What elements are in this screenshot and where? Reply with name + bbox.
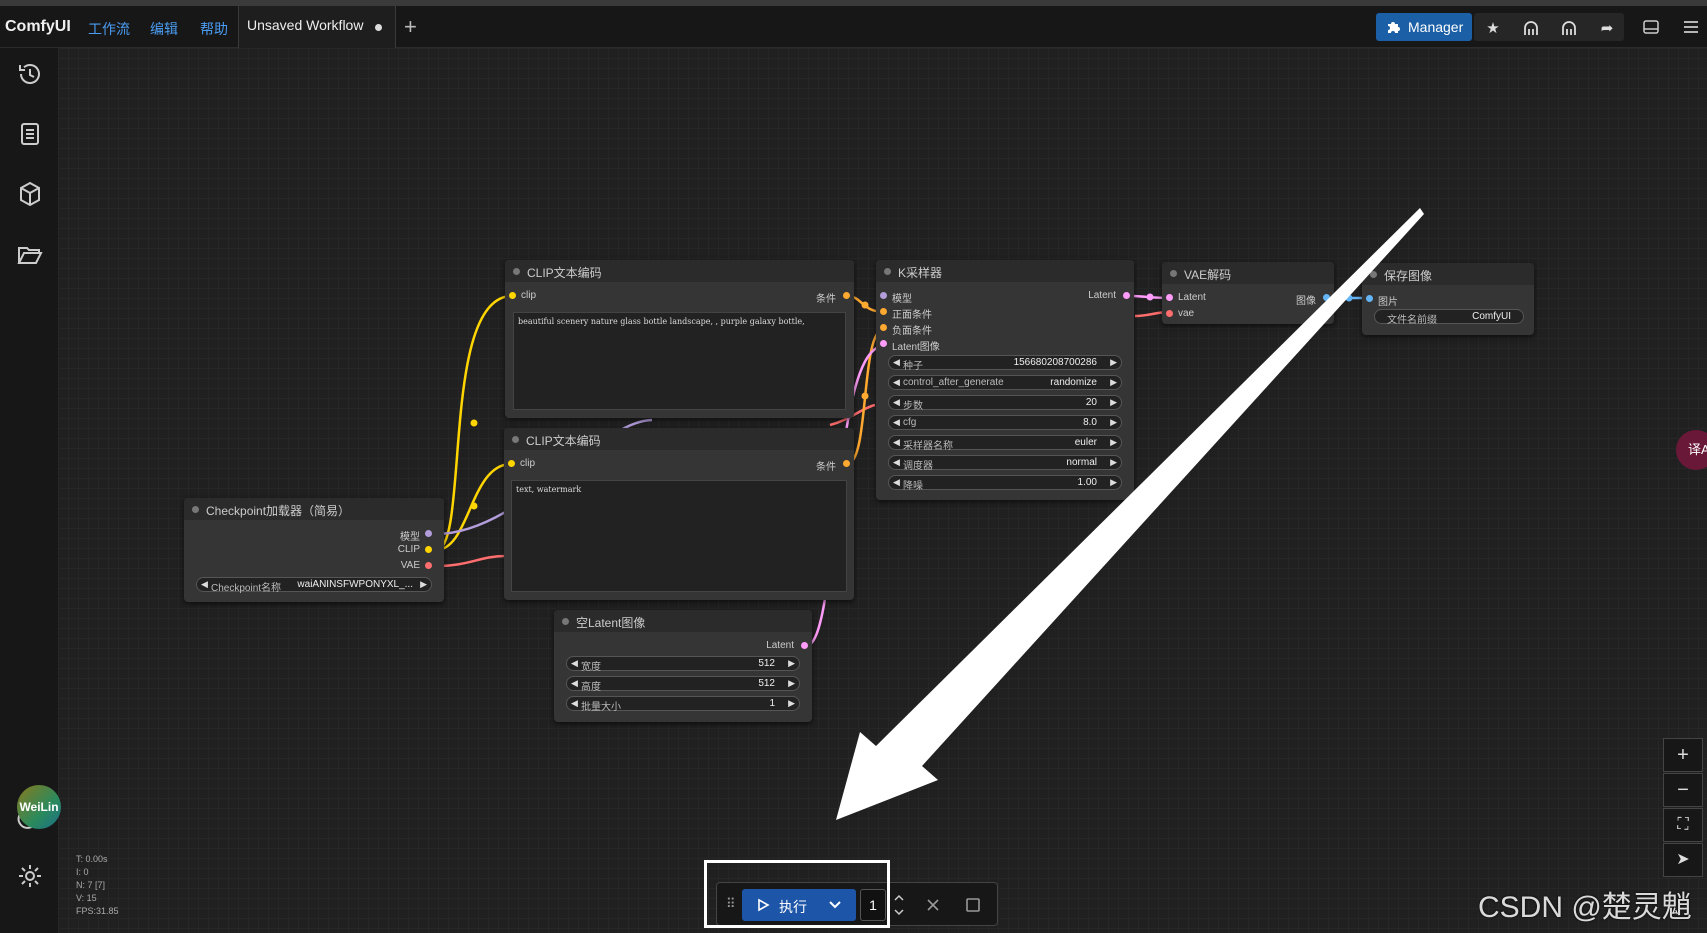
annotation-arrow (836, 208, 1424, 820)
run-button-highlight-box (704, 860, 890, 928)
zoom-out-button[interactable]: − (1663, 773, 1703, 807)
stat-v: V: 15 (76, 893, 97, 903)
zoom-in-button[interactable]: + (1663, 738, 1703, 772)
comfyui-app: ComfyUI 工作流 编辑 帮助 Unsaved Workflow + Man… (0, 0, 1707, 933)
stat-fps: FPS:31.85 (76, 906, 119, 916)
stat-nodes: N: 7 [7] (76, 880, 106, 890)
stat-i: I: 0 (76, 867, 89, 877)
csdn-watermark: CSDN @楚灵魈 (1478, 891, 1692, 924)
annotation-arrow-shape (836, 208, 1424, 820)
pointer-mode-button[interactable]: ➤ (1663, 843, 1703, 877)
fit-view-button[interactable]: ⛶ (1663, 808, 1703, 842)
stat-time: T: 0.00s (76, 854, 108, 864)
count-stepper[interactable] (892, 891, 906, 919)
canvas-stats: T: 0.00s I: 0 N: 7 [7] V: 15 FPS:31.85 (76, 853, 119, 918)
weilin-avatar[interactable]: WeiLin (17, 785, 61, 829)
cancel-x-icon[interactable] (926, 898, 940, 912)
stop-square-icon[interactable] (966, 898, 980, 912)
